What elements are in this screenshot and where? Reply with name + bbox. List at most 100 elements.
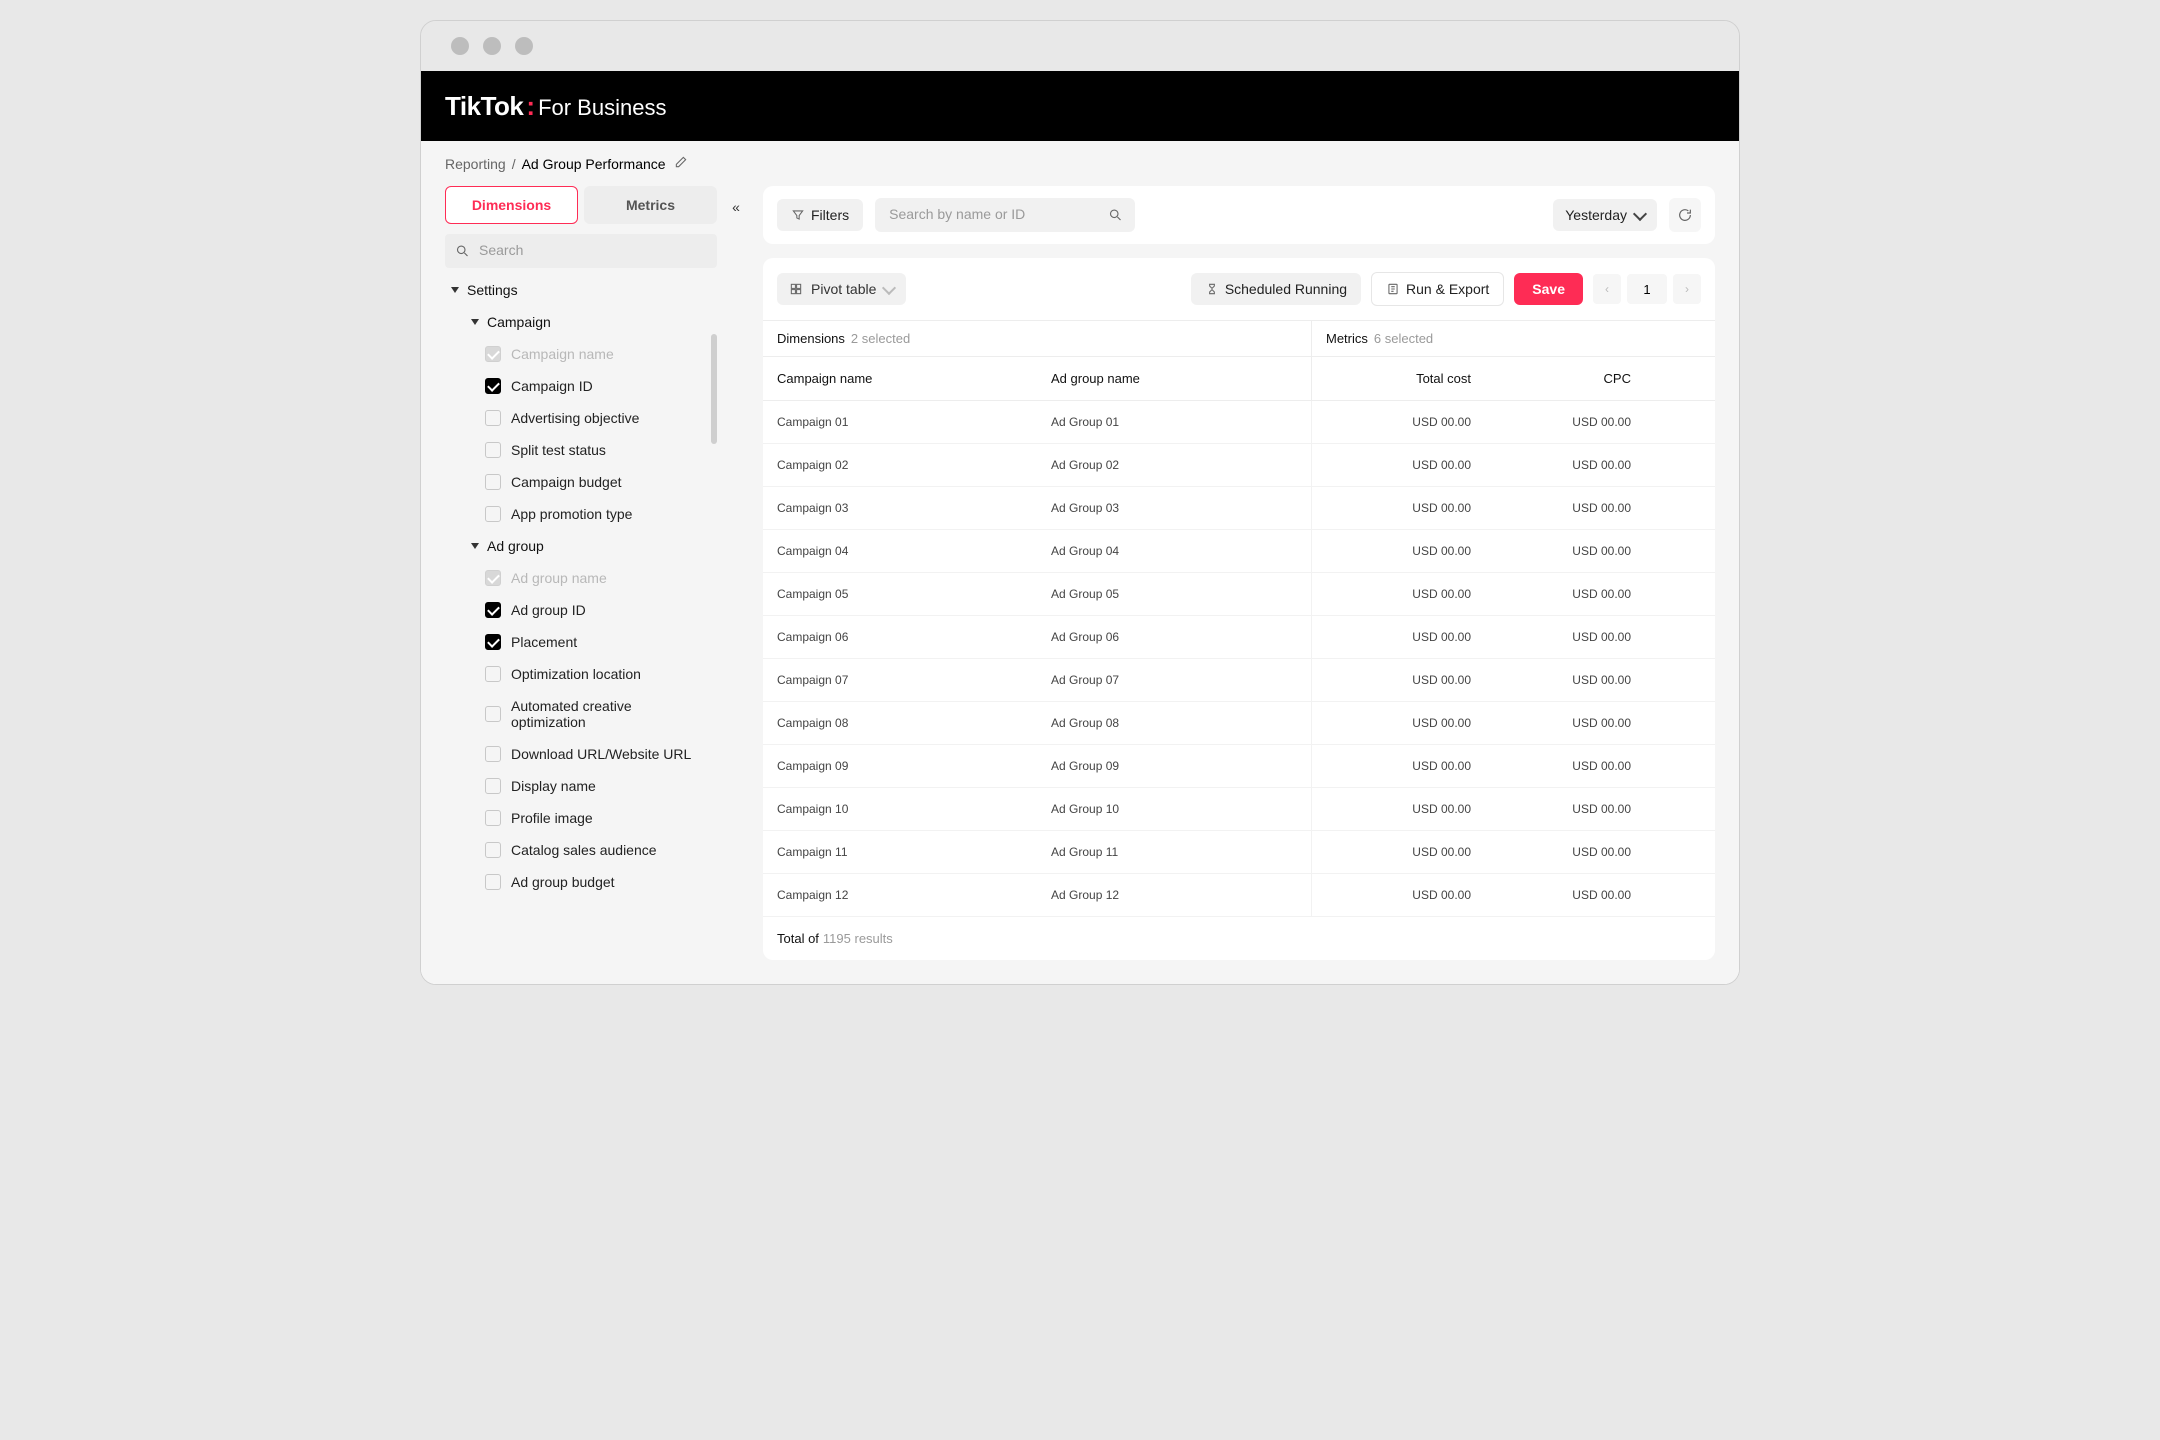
table-row[interactable]: Campaign 09Ad Group 09USD 00.00USD 00.00 [763, 745, 1715, 788]
edit-icon[interactable] [674, 155, 688, 172]
checkbox[interactable] [485, 506, 501, 522]
browser-titlebar [421, 21, 1739, 71]
table-subheader: Dimensions 2 selected Metrics 6 selected [763, 321, 1715, 357]
dimension-item-label: Download URL/Website URL [511, 746, 691, 762]
checkbox[interactable] [485, 378, 501, 394]
dimension-item[interactable]: Catalog sales audience [483, 834, 711, 866]
table-row[interactable]: Campaign 07Ad Group 07USD 00.00USD 00.00 [763, 659, 1715, 702]
table-header-row: Campaign name Ad group name Total cost C… [763, 357, 1715, 401]
main-search[interactable] [875, 198, 1135, 232]
cell-campaign: Campaign 01 [763, 401, 1037, 443]
dimension-item[interactable]: Display name [483, 770, 711, 802]
cell-tail [1645, 530, 1715, 572]
scheduled-running-button[interactable]: Scheduled Running [1191, 273, 1361, 305]
view-select[interactable]: Pivot table [777, 273, 906, 305]
refresh-button[interactable] [1669, 198, 1701, 232]
header-bar: TikTok : For Business [421, 71, 1739, 141]
collapse-sidebar-icon[interactable]: « [725, 192, 747, 222]
checkbox[interactable] [485, 602, 501, 618]
cell-tail [1645, 831, 1715, 873]
checkbox[interactable] [485, 410, 501, 426]
cell-cpc: USD 00.00 [1485, 487, 1645, 529]
tab-dimensions[interactable]: Dimensions [445, 186, 578, 224]
dimension-item[interactable]: Campaign budget [483, 466, 711, 498]
cell-tail [1645, 788, 1715, 830]
cell-campaign: Campaign 08 [763, 702, 1037, 744]
cell-cpc: USD 00.00 [1485, 616, 1645, 658]
sidebar-search[interactable] [445, 234, 717, 268]
sidebar-tabs: Dimensions Metrics [445, 186, 717, 224]
cell-adgroup: Ad Group 01 [1037, 401, 1311, 443]
checkbox[interactable] [485, 842, 501, 858]
pager-page[interactable]: 1 [1627, 274, 1667, 304]
pager: ‹ 1 › [1593, 274, 1701, 304]
checkbox[interactable] [485, 474, 501, 490]
cell-campaign: Campaign 02 [763, 444, 1037, 486]
col-cpc[interactable]: CPC [1485, 357, 1645, 400]
dimension-item[interactable]: Automated creative optimization [483, 690, 711, 738]
cell-adgroup: Ad Group 11 [1037, 831, 1311, 873]
col-campaign-name[interactable]: Campaign name [763, 357, 1037, 400]
table-row[interactable]: Campaign 04Ad Group 04USD 00.00USD 00.00 [763, 530, 1715, 573]
dimension-item[interactable]: Optimization location [483, 658, 711, 690]
dimension-item-label: Automated creative optimization [511, 698, 709, 730]
dimension-item-label: App promotion type [511, 506, 632, 522]
checkbox[interactable] [485, 874, 501, 890]
app: TikTok : For Business Reporting / Ad Gro… [421, 71, 1739, 984]
pager-prev[interactable]: ‹ [1593, 274, 1621, 304]
table-row[interactable]: Campaign 08Ad Group 08USD 00.00USD 00.00 [763, 702, 1715, 745]
dimension-item[interactable]: Profile image [483, 802, 711, 834]
cell-tail [1645, 573, 1715, 615]
dimension-item[interactable]: Ad group ID [483, 594, 711, 626]
cell-adgroup: Ad Group 06 [1037, 616, 1311, 658]
dimension-item[interactable]: Campaign ID [483, 370, 711, 402]
dimension-item[interactable]: Download URL/Website URL [483, 738, 711, 770]
cell-adgroup: Ad Group 08 [1037, 702, 1311, 744]
main-search-input[interactable] [889, 206, 1101, 222]
table-row[interactable]: Campaign 12Ad Group 12USD 00.00USD 00.00 [763, 874, 1715, 917]
pager-next[interactable]: › [1673, 274, 1701, 304]
dimension-item-label: Split test status [511, 442, 606, 458]
col-total-cost[interactable]: Total cost [1311, 357, 1485, 400]
cell-cpc: USD 00.00 [1485, 874, 1645, 916]
table-row[interactable]: Campaign 01Ad Group 01USD 00.00USD 00.00 [763, 401, 1715, 444]
cell-campaign: Campaign 05 [763, 573, 1037, 615]
breadcrumb-parent[interactable]: Reporting [445, 156, 506, 172]
table-row[interactable]: Campaign 06Ad Group 06USD 00.00USD 00.00 [763, 616, 1715, 659]
filters-button[interactable]: Filters [777, 199, 863, 231]
tree-adgroup[interactable]: Ad group [465, 530, 711, 562]
checkbox[interactable] [485, 746, 501, 762]
col-adgroup-name[interactable]: Ad group name [1037, 357, 1311, 400]
tree-settings[interactable]: Settings [445, 274, 711, 306]
table-card: Pivot table Scheduled Running Run & Expo… [763, 258, 1715, 960]
run-export-button[interactable]: Run & Export [1371, 272, 1504, 306]
tab-metrics[interactable]: Metrics [584, 186, 717, 224]
dimension-item[interactable]: Placement [483, 626, 711, 658]
sidebar-scrollbar-thumb[interactable] [711, 334, 717, 444]
checkbox[interactable] [485, 442, 501, 458]
dimension-item[interactable]: Split test status [483, 434, 711, 466]
sidebar-search-input[interactable] [479, 242, 707, 258]
dimension-item-label: Catalog sales audience [511, 842, 657, 858]
table-row[interactable]: Campaign 11Ad Group 11USD 00.00USD 00.00 [763, 831, 1715, 874]
dimension-item[interactable]: App promotion type [483, 498, 711, 530]
cell-cost: USD 00.00 [1311, 702, 1485, 744]
checkbox[interactable] [485, 634, 501, 650]
table-row[interactable]: Campaign 03Ad Group 03USD 00.00USD 00.00 [763, 487, 1715, 530]
table-row[interactable]: Campaign 05Ad Group 05USD 00.00USD 00.00 [763, 573, 1715, 616]
dimension-item-label: Display name [511, 778, 596, 794]
date-picker[interactable]: Yesterday [1553, 199, 1657, 231]
table-row[interactable]: Campaign 10Ad Group 10USD 00.00USD 00.00 [763, 788, 1715, 831]
dimension-item[interactable]: Advertising objective [483, 402, 711, 434]
cell-cpc: USD 00.00 [1485, 745, 1645, 787]
cell-cpc: USD 00.00 [1485, 702, 1645, 744]
checkbox[interactable] [485, 810, 501, 826]
table-row[interactable]: Campaign 02Ad Group 02USD 00.00USD 00.00 [763, 444, 1715, 487]
checkbox[interactable] [485, 778, 501, 794]
checkbox[interactable] [485, 706, 501, 722]
save-button[interactable]: Save [1514, 273, 1583, 305]
dimension-item[interactable]: Ad group budget [483, 866, 711, 898]
checkbox[interactable] [485, 666, 501, 682]
sidebar-scrollbar[interactable] [711, 334, 717, 898]
tree-campaign[interactable]: Campaign [465, 306, 711, 338]
